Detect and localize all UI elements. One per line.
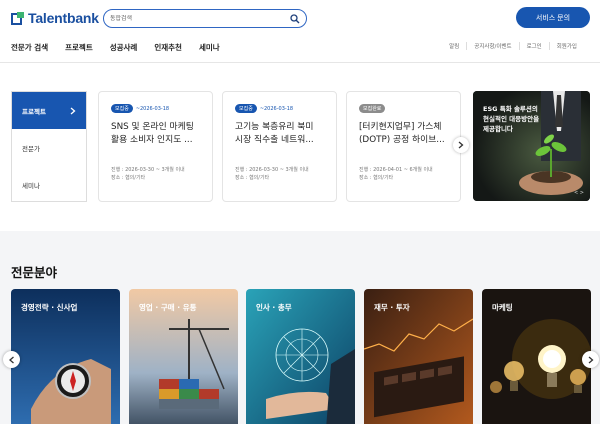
cards-next-button[interactable] [453,137,469,153]
status-badge: 모집중 [111,104,133,113]
card-period: 진행 : 2026-03-30 ~ 3개월 이내 [111,167,185,173]
utility-nav: 알림 공지사항/이벤트 로그인 회원가입 [442,42,584,50]
nav-talent-recommend[interactable]: 인재추천 [154,42,182,53]
card-place: 장소 : 협의/기타 [359,175,394,181]
chevron-right-icon [70,107,76,114]
nav-success-cases[interactable]: 성공사례 [110,42,138,53]
tab-seminars[interactable]: 세미나 [12,166,86,203]
talentbank-logo-icon [11,12,24,25]
field-label: 재무 · 투자 [374,303,410,312]
tab-experts-label: 전문가 [22,144,40,153]
esg-line-1: ESG 특화 솔루션의 [483,105,538,113]
status-badge: 모집완료 [359,104,386,113]
card-place: 장소 : 협의/기타 [111,175,146,181]
util-notices-events[interactable]: 공지사항/이벤트 [466,42,518,50]
tab-projects-label: 프로젝트 [22,107,46,116]
util-notifications[interactable]: 알림 [442,42,466,50]
service-inquiry-button[interactable]: 서비스 문의 [516,7,590,28]
field-label: 인사 · 총무 [256,303,292,312]
field-card-finance[interactable]: 재무 · 투자 [364,289,473,424]
field-card-strategy[interactable]: 경영전략 · 신사업 [11,289,120,424]
chevron-right-icon [588,356,593,363]
esg-line-2: 현실적인 대응방안을 [483,115,540,123]
tab-experts[interactable]: 전문가 [12,129,86,166]
deadline-date: ~2026-03-18 [259,105,294,112]
search-icon[interactable] [290,13,300,24]
logo-text: Talentbank [28,10,99,26]
project-card[interactable]: 모집완료 [터키현지업무] 가스체 (DOTP) 공정 하이브... 진행 : … [346,91,461,202]
esg-line-3: 제공합니다 [483,125,513,133]
chevron-left-icon [8,356,14,363]
card-period: 진행 : 2026-03-30 ~ 3개월 이내 [235,167,309,173]
card-title: SNS 및 온라인 마케팅 활용 소비자 인지도 ... [111,122,194,145]
util-signup[interactable]: 회원가입 [548,42,584,50]
chevron-right-icon [458,141,464,149]
fields-next-button[interactable] [582,351,599,368]
section-title: 전문분야 [11,265,58,280]
card-title: 고기능 복층유리 북미 시장 직수출 네트워... [235,122,314,145]
header-divider [0,62,600,63]
project-card[interactable]: 모집중 ~2026-03-18 고기능 복층유리 북미 시장 직수출 네트워..… [222,91,337,202]
nav-projects[interactable]: 프로젝트 [65,42,93,53]
nav-seminar[interactable]: 세미나 [199,42,220,53]
logo[interactable]: Talentbank [11,10,99,26]
deadline-date: ~2026-03-18 [135,105,170,112]
field-card-hr[interactable]: 인사 · 총무 [246,289,355,424]
field-label: 경영전략 · 신사업 [21,303,78,312]
search-box[interactable] [103,9,307,28]
search-input[interactable] [110,15,290,22]
category-tabs: 프로젝트 전문가 세미나 [11,91,87,202]
card-place: 장소 : 협의/기타 [235,175,270,181]
esg-pager[interactable]: < > [574,190,584,196]
fields-prev-button[interactable] [3,351,20,368]
field-label: 마케팅 [492,303,513,312]
card-title: [터키현지업무] 가스체 (DOTP) 공정 하이브... [359,122,445,145]
status-badge: 모집중 [235,104,257,113]
field-label: 영업 · 구매 · 유통 [139,303,197,312]
field-card-marketing[interactable]: 마케팅 [482,289,591,424]
tab-seminars-label: 세미나 [22,181,40,190]
project-card[interactable]: 모집중 ~2026-03-18 SNS 및 온라인 마케팅 활용 소비자 인지도… [98,91,213,202]
main-nav: 전문가 검색 프로젝트 성공사례 인재추천 세미나 [11,42,237,53]
field-card-sales[interactable]: 영업 · 구매 · 유통 [129,289,238,424]
tab-projects[interactable]: 프로젝트 [12,92,86,129]
card-period: 진행 : 2026-04-01 ~ 6개월 이내 [359,167,433,173]
nav-expert-search[interactable]: 전문가 검색 [11,42,48,53]
esg-banner[interactable]: ESG 특화 솔루션의 현실적인 대응방안을 제공합니다 < > [473,91,590,201]
util-login[interactable]: 로그인 [518,42,549,50]
